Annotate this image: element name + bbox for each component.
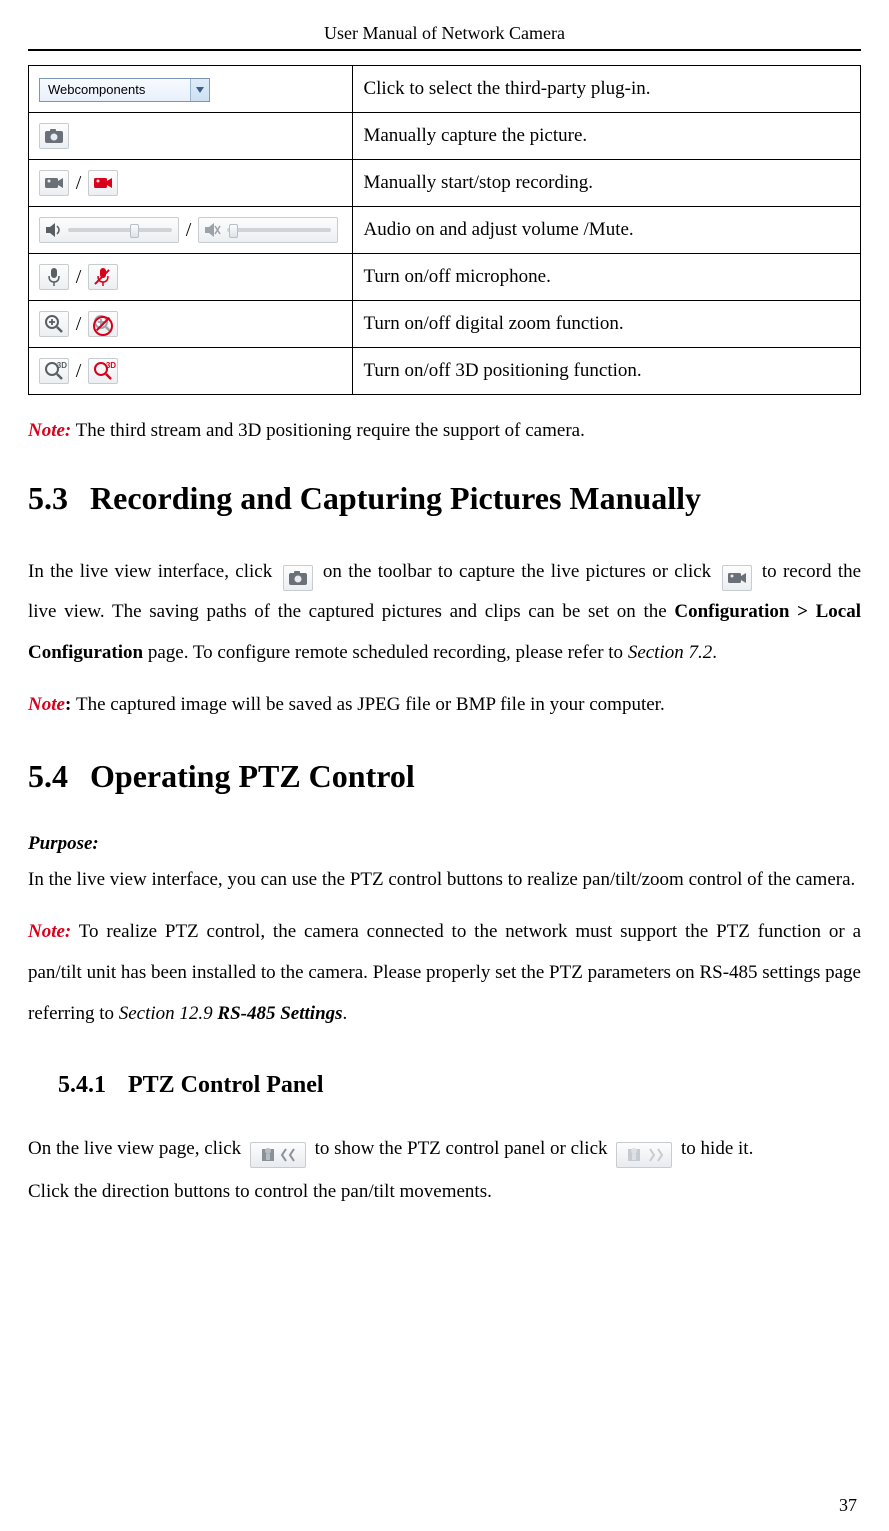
3d-positioning-off-icon: 3D — [88, 358, 118, 384]
table-row: / Audio on and adjust volume /Mute. — [29, 207, 861, 254]
section-5-3-note: Note: The captured image will be saved a… — [28, 685, 861, 726]
chevron-down-icon — [190, 79, 209, 101]
mic-off-icon — [88, 264, 118, 290]
section-5-4-note: Note: To realize PTZ control, the camera… — [28, 912, 861, 1035]
section-5-4-body: In the live view interface, you can use … — [28, 860, 861, 901]
ptz-hide-icon — [616, 1142, 672, 1168]
separator-slash: / — [186, 219, 192, 241]
separator-slash: / — [76, 266, 82, 288]
camera-capture-icon — [39, 123, 69, 149]
table-row: 3D / 3D Turn on/off 3D positioning funct… — [29, 348, 861, 395]
table-desc: Click to select the third-party plug-in. — [353, 66, 861, 113]
zoom-on-icon — [39, 311, 69, 337]
separator-slash: / — [76, 360, 82, 382]
icon-description-table: Webcomponents Click to select the third-… — [28, 65, 861, 395]
audio-on-icon — [39, 217, 179, 243]
section-5-3-heading: 5.3Recording and Capturing Pictures Manu… — [28, 474, 861, 522]
table-desc: Manually capture the picture. — [353, 113, 861, 160]
audio-mute-icon — [198, 217, 338, 243]
record-start-icon — [39, 170, 69, 196]
page-number: 37 — [839, 1492, 857, 1519]
table-row: Manually capture the picture. — [29, 113, 861, 160]
table-row: / Manually start/stop recording. — [29, 160, 861, 207]
section-5-4-heading: 5.4Operating PTZ Control — [28, 752, 861, 800]
record-start-icon — [722, 565, 752, 591]
note-paragraph: Note: The third stream and 3D positionin… — [28, 417, 861, 446]
section-5-4-1-heading: 5.4.1PTZ Control Panel — [58, 1067, 861, 1103]
3d-label: 3D — [106, 360, 116, 372]
separator-slash: / — [76, 313, 82, 335]
page-header: User Manual of Network Camera — [28, 20, 861, 51]
mic-on-icon — [39, 264, 69, 290]
record-stop-icon — [88, 170, 118, 196]
3d-positioning-on-icon: 3D — [39, 358, 69, 384]
table-desc: Turn on/off microphone. — [353, 254, 861, 301]
ptz-show-icon — [250, 1142, 306, 1168]
table-desc: Audio on and adjust volume /Mute. — [353, 207, 861, 254]
section-5-4-1-body2: Click the direction buttons to control t… — [28, 1177, 861, 1207]
purpose-label: Purpose: — [28, 830, 861, 859]
table-row: / Turn on/off microphone. — [29, 254, 861, 301]
section-5-4-1-body: On the live view page, click to show the… — [28, 1129, 861, 1170]
table-desc: Manually start/stop recording. — [353, 160, 861, 207]
zoom-off-icon — [88, 311, 118, 337]
table-desc: Turn on/off 3D positioning function. — [353, 348, 861, 395]
camera-capture-icon — [283, 565, 313, 591]
separator-slash: / — [76, 172, 82, 194]
table-desc: Turn on/off digital zoom function. — [353, 301, 861, 348]
plugin-select[interactable]: Webcomponents — [39, 78, 210, 102]
table-row: Webcomponents Click to select the third-… — [29, 66, 861, 113]
note-label: Note: — [28, 420, 71, 441]
plugin-select-label: Webcomponents — [48, 80, 145, 100]
table-row: / Turn on/off digital zoom function. — [29, 301, 861, 348]
3d-label: 3D — [57, 360, 67, 372]
section-5-3-body: In the live view interface, click on the… — [28, 552, 861, 675]
